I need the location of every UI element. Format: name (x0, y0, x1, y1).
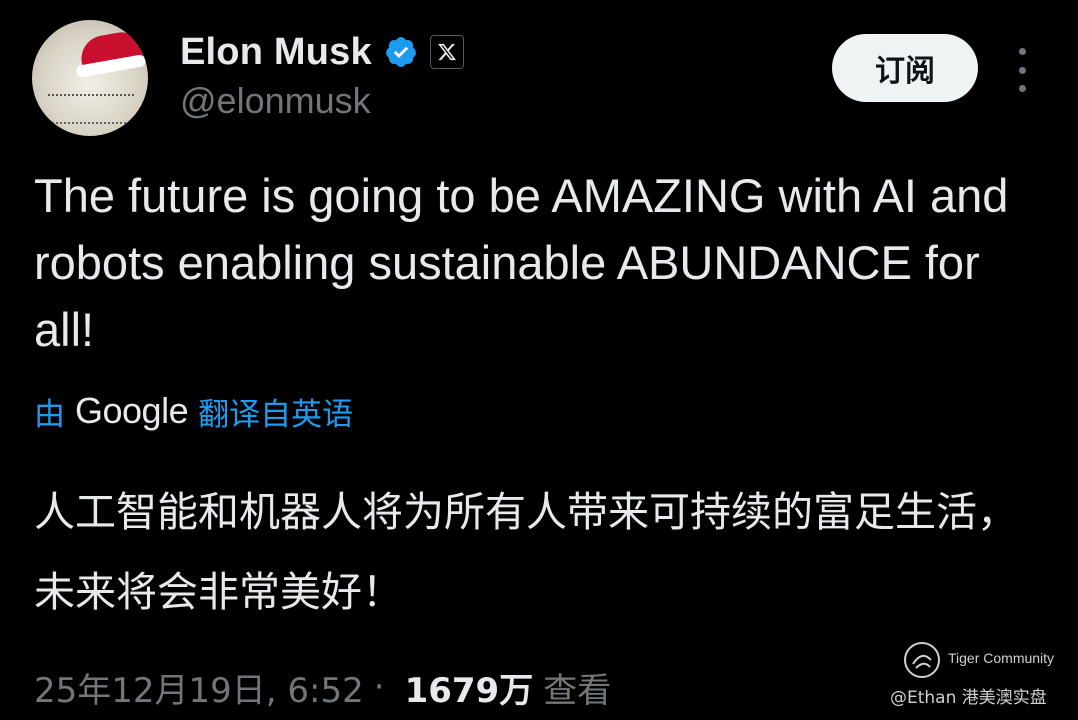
watermark-user: @Ethan 港美澳实盘 (890, 688, 1047, 708)
more-dot (1018, 66, 1026, 74)
google-logo: Google (75, 390, 189, 431)
tweet-text: The future is going to be AMAZING with A… (34, 169, 1009, 356)
watermark-brand: Tiger Community (948, 650, 1055, 666)
translated-text: 人工智能和机器人将为所有人带来可持续的富足生活，未来将会非常美好！ (34, 488, 1018, 616)
verified-badge-icon[interactable] (384, 35, 418, 69)
views-label: 查看 (543, 670, 612, 711)
tiger-logo-icon (902, 640, 942, 680)
translation-attribution[interactable]: 由 Google 翻译自英语 (34, 386, 353, 436)
author-name-row: Elon Musk (180, 26, 464, 78)
more-vertical-icon[interactable] (1010, 48, 1034, 92)
more-dot (1018, 48, 1026, 55)
x-logo-icon[interactable] (429, 35, 464, 69)
views-count: 1679万 (404, 670, 534, 711)
translate-prefix: 由 (34, 396, 65, 433)
meta-separator: · (373, 667, 385, 707)
author-handle[interactable]: @elonmusk (180, 80, 371, 122)
translate-suffix[interactable]: 翻译自英语 (198, 389, 353, 434)
tweet-meta: 25年12月19日, 6:52 · 1679万 查看 (34, 660, 611, 714)
subscribe-button[interactable]: 订阅 (832, 34, 978, 102)
author-avatar[interactable] (32, 20, 148, 136)
timestamp[interactable]: 25年12月19日, 6:52 (34, 663, 364, 712)
avatar-scribble (48, 94, 134, 124)
more-dot (1018, 85, 1026, 92)
author-name[interactable]: Elon Musk (180, 31, 372, 74)
santa-hat-pompom (138, 26, 148, 40)
